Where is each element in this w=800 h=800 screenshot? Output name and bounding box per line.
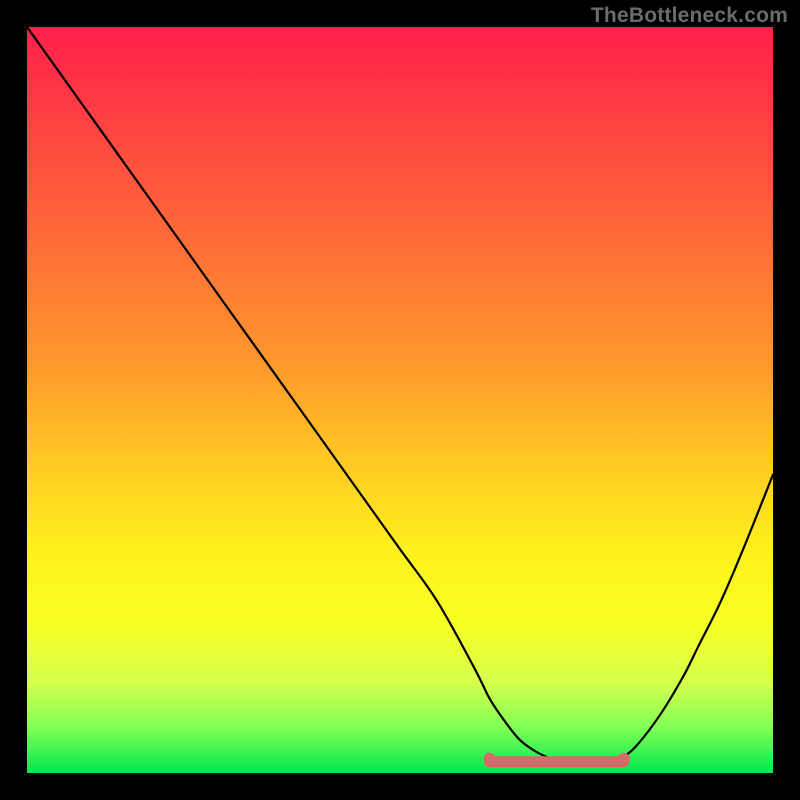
bottleneck-curve xyxy=(27,27,773,773)
optimum-band-endpoint-right xyxy=(618,753,630,765)
watermark-label: TheBottleneck.com xyxy=(591,4,788,28)
optimum-band-endpoint-left xyxy=(484,753,496,765)
chart-stage: TheBottleneck.com xyxy=(0,0,800,800)
plot-area xyxy=(27,27,773,773)
curve-path xyxy=(27,27,773,766)
